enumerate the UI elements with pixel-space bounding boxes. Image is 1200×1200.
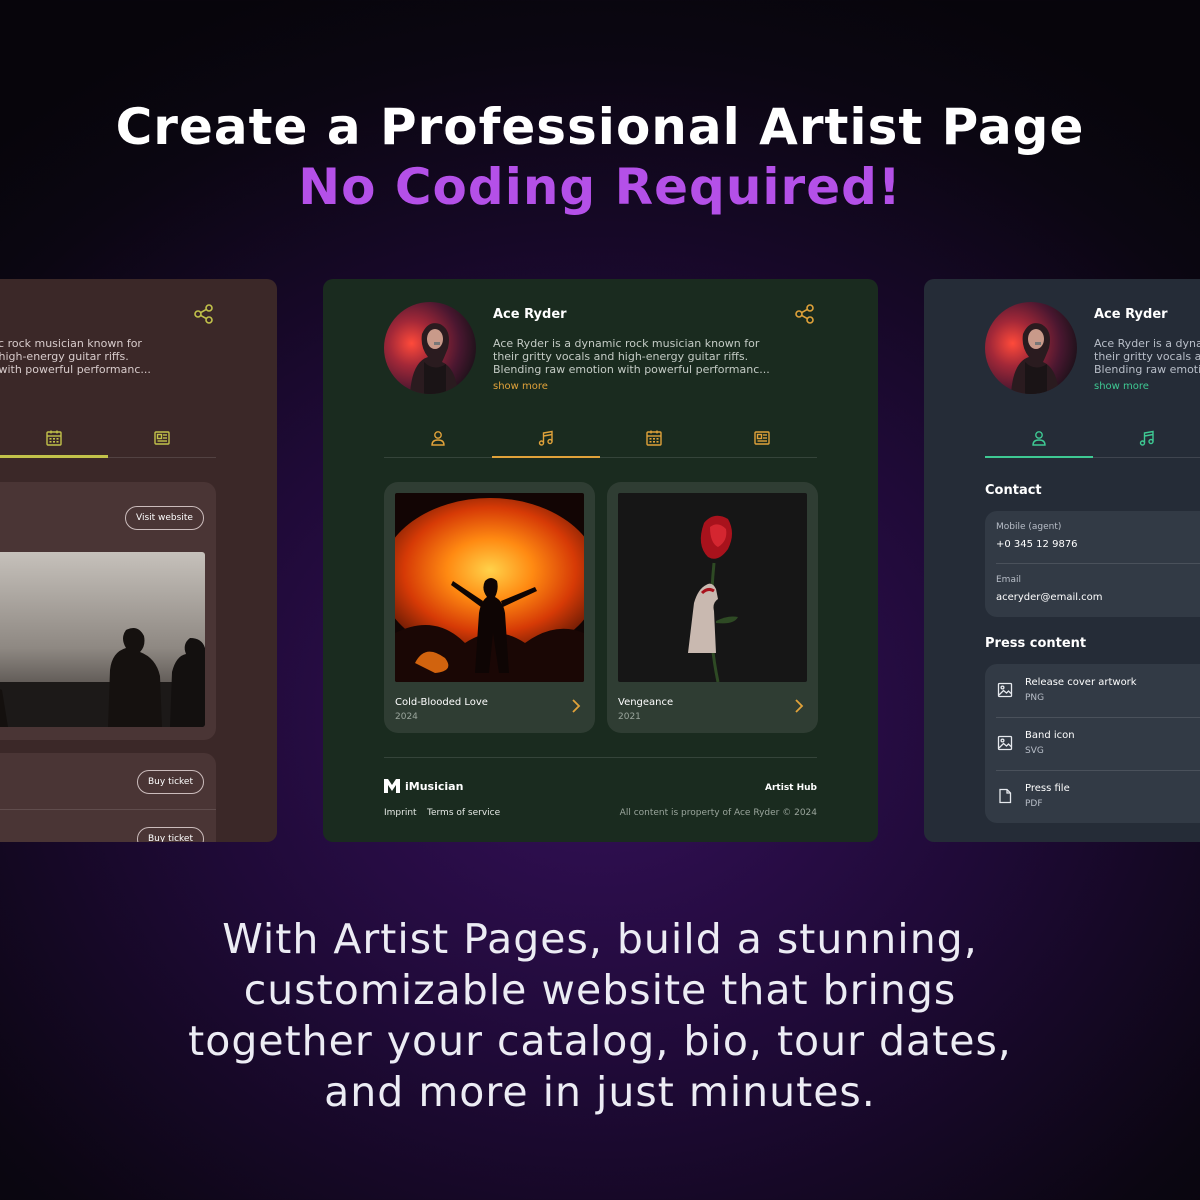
artist-page-preview-right: Ace Ryder Ace Ryder is a dyna their grit… [924,279,1200,842]
mobile-label: Mobile (agent) [996,522,1062,532]
press-item-type: PNG [1025,693,1045,703]
tab-news[interactable] [108,421,216,455]
imusician-logo[interactable]: iMusician [384,779,463,793]
imprint-link[interactable]: Imprint [384,808,417,818]
headline-line-1: Create a Professional Artist Page [115,98,1085,156]
headline-line-2: No Coding Required! [298,158,902,216]
event-photo [0,552,205,727]
release-year: 2021 [618,712,641,722]
tab-about[interactable] [384,421,492,455]
chevron-right-icon[interactable] [792,698,806,718]
marketing-subtitle: With Artist Pages, build a stunning, cus… [188,915,1012,1116]
release-artwork [618,493,807,682]
artist-hub-link[interactable]: Artist Hub [765,783,817,793]
chevron-right-icon[interactable] [569,698,583,718]
newspaper-icon [754,431,770,445]
music-note-icon [538,430,553,446]
release-title: Vengeance [618,697,674,708]
event-panel: Visit website [0,482,216,740]
newspaper-icon [154,431,170,445]
artist-name: Ace Ryder [1094,307,1168,322]
press-content-heading: Press content [985,636,1087,651]
press-item-type: SVG [1025,746,1044,756]
press-item[interactable]: Band icon SVG [985,717,1200,770]
artist-page-preview-center: Ace Ryder Ace Ryder is a dynamic rock mu… [323,279,878,842]
release-year: 2024 [395,712,418,722]
share-icon[interactable] [794,303,816,329]
terms-link[interactable]: Terms of service [427,808,500,818]
tab-tour-dates[interactable] [600,421,708,455]
logo-text: iMusician [405,779,464,793]
imusician-logo-icon [384,779,400,793]
press-item-type: PDF [1025,799,1043,809]
press-content-panel: Release cover artwork PNG Band icon SVG … [985,664,1200,823]
press-item-title: Band icon [1025,730,1075,741]
music-note-icon [1139,430,1154,446]
image-icon [997,682,1013,698]
calendar-icon [646,430,662,446]
buy-ticket-button[interactable]: Buy ticket [137,770,204,794]
tab-tour-dates[interactable] [0,421,108,457]
person-icon [431,431,445,446]
artist-avatar [985,302,1077,394]
artist-avatar [384,302,476,394]
show-more-link[interactable]: show more [493,381,548,392]
tab-about[interactable] [985,421,1093,455]
contact-heading: Contact [985,483,1042,498]
press-item[interactable]: Press file PDF [985,770,1200,823]
release-artwork [395,493,584,682]
release-card[interactable]: Vengeance 2021 [607,482,818,733]
press-item-title: Press file [1025,783,1070,794]
image-icon [997,735,1013,751]
tab-news[interactable] [708,421,816,455]
file-icon [999,788,1012,804]
visit-website-button[interactable]: Visit website [125,506,204,530]
tab-music[interactable] [1093,421,1200,455]
artist-name: Ace Ryder [493,307,567,322]
person-icon [1032,431,1046,446]
calendar-icon [46,430,62,446]
email-label: Email [996,575,1021,585]
artist-bio: Ace Ryder is a dynamic rock musician kno… [493,337,770,376]
press-item-title: Release cover artwork [1025,677,1137,688]
release-title: Cold-Blooded Love [395,697,488,708]
show-more-link[interactable]: show more [1094,381,1149,392]
release-card[interactable]: Cold-Blooded Love 2024 [384,482,595,733]
contact-panel: Mobile (agent) +0 345 12 9876 Email acer… [985,511,1200,617]
artist-page-preview-left: nic rock musician known for d high-energ… [0,279,277,842]
mobile-value[interactable]: +0 345 12 9876 [996,539,1078,550]
copyright-text: All content is property of Ace Ryder © 2… [619,808,817,818]
tab-music[interactable] [492,421,600,455]
press-item[interactable]: Release cover artwork PNG [985,664,1200,717]
artist-bio: Ace Ryder is a dyna their gritty vocals … [1094,337,1200,376]
tour-dates-panel: Buy ticket Buy ticket [0,753,216,842]
share-icon[interactable] [193,303,215,329]
buy-ticket-button[interactable]: Buy ticket [137,827,204,842]
artist-bio: nic rock musician known for d high-energ… [0,337,151,376]
email-value[interactable]: aceryder@email.com [996,592,1103,603]
